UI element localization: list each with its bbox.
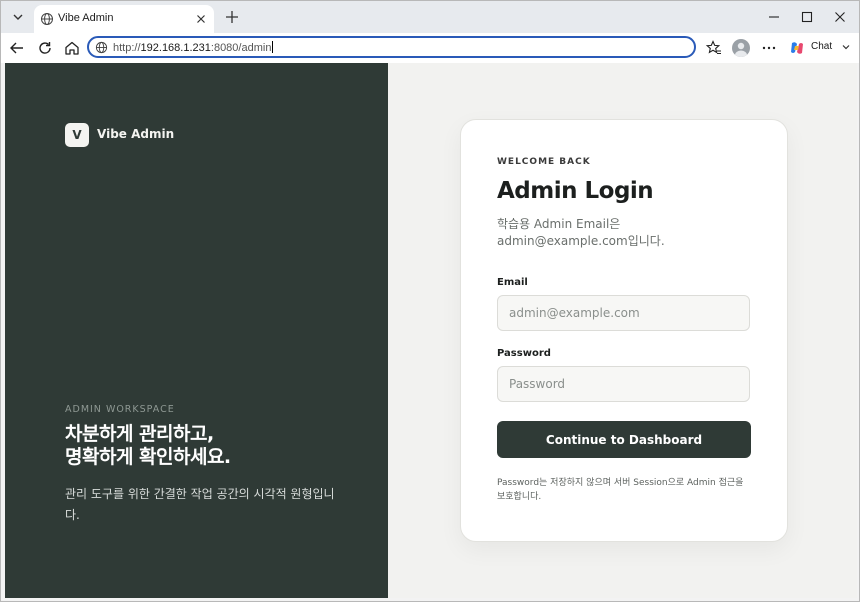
text-caret [272, 41, 274, 53]
maximize-icon[interactable] [799, 9, 815, 25]
profile-icon[interactable] [732, 39, 750, 57]
copilot-chat-button[interactable]: Chat [787, 38, 853, 58]
copilot-icon [791, 42, 803, 54]
active-tab[interactable]: Vibe Admin [34, 5, 214, 33]
url-scheme: http:// [113, 42, 141, 54]
refresh-icon[interactable] [36, 39, 54, 57]
page-content: V Vibe Admin ADMIN WORKSPACE 차분하게 관리하고, … [5, 63, 857, 598]
address-bar[interactable]: http://192.168.1.231:8080/admin [87, 36, 696, 58]
url-host: 192.168.1.231 [140, 42, 211, 54]
workspace-eyebrow: ADMIN WORKSPACE [65, 404, 175, 415]
chevron-down-icon [842, 45, 850, 50]
tab-list-button[interactable] [7, 6, 29, 28]
password-label: Password [497, 348, 551, 359]
more-icon[interactable] [760, 39, 778, 57]
email-label: Email [497, 277, 528, 288]
hero-headline: 차분하게 관리하고, 명확하게 확인하세요. [65, 423, 365, 469]
login-subtitle: 학습용 Admin Email은 admin@example.com입니다. [497, 217, 665, 248]
welcome-eyebrow: WELCOME BACK [497, 157, 591, 167]
address-url[interactable]: http://192.168.1.231:8080/admin [113, 41, 274, 54]
browser-toolbar: http://192.168.1.231:8080/admin Chat [1, 33, 859, 63]
brand-name: Vibe Admin [97, 127, 175, 141]
password-field[interactable] [497, 366, 750, 402]
email-field[interactable] [497, 295, 750, 331]
security-note: Password는 저장하지 않으며 서버 Session으로 Admin 접근… [497, 478, 744, 502]
hero-headline-line2: 명확하게 확인하세요. [65, 446, 231, 468]
chat-label: Chat [811, 41, 833, 52]
favorites-icon[interactable] [705, 39, 723, 57]
url-path: :8080/admin [210, 42, 272, 54]
login-card: WELCOME BACK Admin Login 학습용 Admin Email… [460, 119, 788, 542]
hero-description: 관리 도구를 위한 간결한 작업 공간의 시각적 원형입니다. [65, 487, 335, 522]
logo-mark: V [65, 123, 89, 147]
plus-icon[interactable] [223, 8, 241, 26]
title-bar: Vibe Admin [1, 1, 859, 33]
minimize-icon[interactable] [766, 9, 782, 25]
tab-list-icon [13, 14, 23, 20]
close-icon[interactable] [194, 12, 208, 26]
continue-button[interactable]: Continue to Dashboard [497, 421, 751, 458]
browser-window: Vibe Admin http://192.168.1.231:8080/adm… [0, 0, 860, 602]
window-close-icon[interactable] [832, 9, 848, 25]
globe-icon [95, 41, 108, 54]
brand-panel: V Vibe Admin ADMIN WORKSPACE 차분하게 관리하고, … [5, 63, 388, 598]
page-title: Admin Login [497, 178, 654, 204]
hero-headline-line1: 차분하게 관리하고, [65, 423, 214, 445]
home-icon[interactable] [63, 39, 81, 57]
tab-title: Vibe Admin [58, 12, 114, 24]
globe-icon [41, 13, 53, 25]
back-icon[interactable] [8, 39, 26, 57]
